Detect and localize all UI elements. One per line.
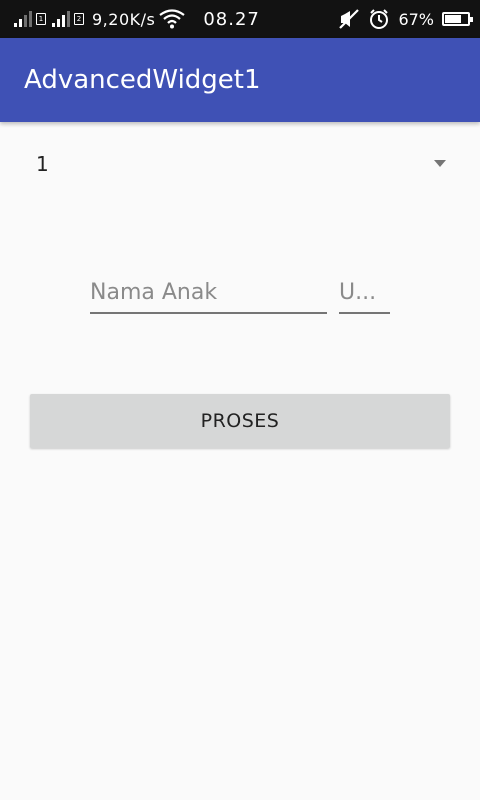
clock: 08.27 xyxy=(203,8,260,30)
proses-button[interactable]: PROSES xyxy=(30,394,450,448)
wifi-icon xyxy=(159,9,186,29)
nama-anak-field xyxy=(90,272,327,314)
network-speed: 9,20K/s xyxy=(92,9,156,29)
battery-icon xyxy=(442,12,473,26)
battery-percent: 67% xyxy=(398,9,434,29)
app-bar: AdvancedWidget1 xyxy=(0,38,480,122)
sim1-badge: 1 xyxy=(36,13,46,25)
mute-icon xyxy=(339,9,360,29)
status-bar-left: 1 2 9,20K/s 08.27 xyxy=(14,0,260,38)
status-bar: 1 2 9,20K/s 08.27 67% xyxy=(0,0,480,38)
umur-input[interactable] xyxy=(339,272,390,312)
status-bar-right: 67% xyxy=(338,0,473,38)
alarm-icon xyxy=(370,9,389,29)
nama-anak-input[interactable] xyxy=(90,272,327,312)
app-title: AdvancedWidget1 xyxy=(24,65,261,95)
sim2-badge: 2 xyxy=(74,13,84,25)
signal-sim2-icon xyxy=(52,11,70,27)
dropdown-arrow-icon xyxy=(434,160,446,167)
battery-fill xyxy=(445,15,462,23)
spinner-selected-value: 1 xyxy=(36,152,49,176)
number-spinner[interactable]: 1 xyxy=(24,140,456,190)
umur-field xyxy=(339,272,390,314)
signal-sim1-icon xyxy=(14,11,32,27)
